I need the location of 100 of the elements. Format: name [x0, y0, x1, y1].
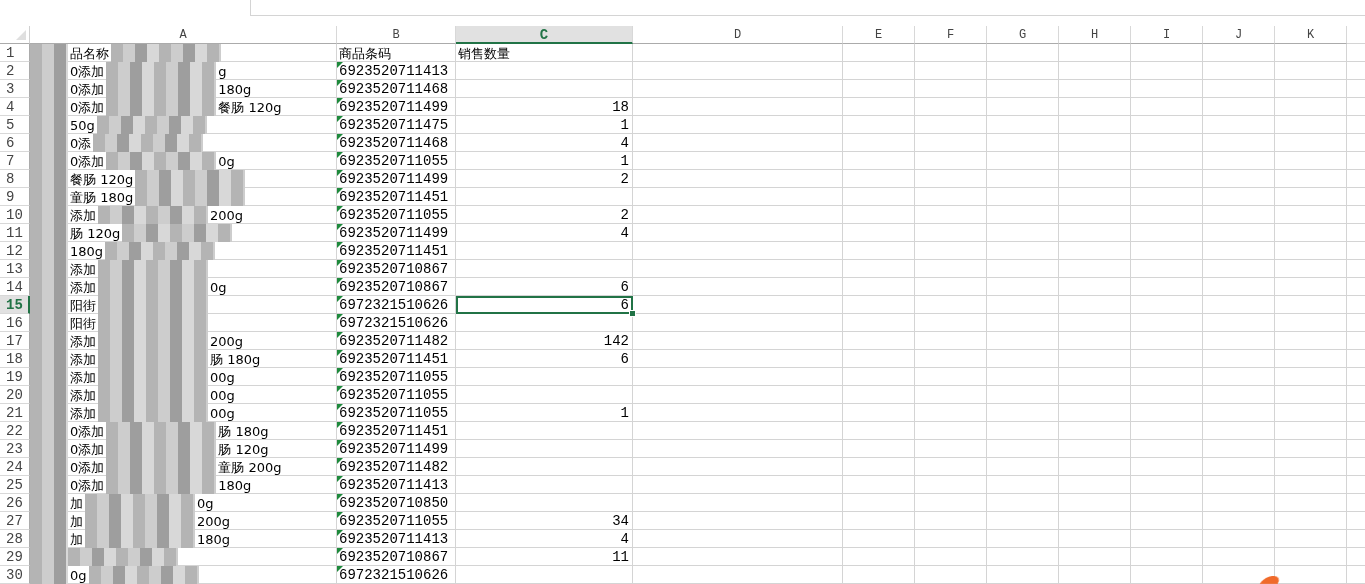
table-cell-text: 加: [69, 494, 84, 512]
table-cell-text: 6923520711499: [338, 98, 450, 116]
table-cell-text: 6923520711499: [338, 440, 450, 458]
table-cell-text: 0添加: [69, 440, 106, 458]
table-cell-text: 18: [611, 98, 630, 116]
table-cell-text: 0添加: [69, 476, 106, 494]
table-cell-text: 6923520711055: [338, 206, 450, 224]
table-cell-text: 200g: [209, 206, 245, 224]
table-cell-text: 童肠 180g: [69, 188, 135, 206]
table-cell-text: 6923520711055: [338, 386, 450, 404]
table-cell-text: 0添加: [69, 152, 106, 170]
table-cell-text: 6: [619, 350, 630, 368]
table-cell-text: 品名称: [69, 44, 110, 62]
table-cell-text: 6923520711413: [338, 62, 450, 80]
table-cell-text: 0添加: [69, 422, 106, 440]
table-cell-text: 4: [619, 134, 630, 152]
table-cell-text: 0g: [196, 494, 215, 512]
column-header[interactable]: E: [843, 26, 915, 44]
row-header[interactable]: 15: [0, 296, 30, 314]
column-header[interactable]: H: [1059, 26, 1131, 44]
table-cell-text: 肠 120g: [217, 440, 270, 458]
table-cell-text: 180g: [69, 242, 105, 260]
table-cell-text: 6: [619, 278, 630, 296]
table-cell-text: 6972321510626: [338, 314, 450, 332]
table-cell-text: 6923520711055: [338, 152, 450, 170]
table-cell-text: 6923520710867: [338, 548, 450, 566]
table-cell-text: 肠 180g: [209, 350, 262, 368]
table-cell-text: 0g: [69, 566, 88, 584]
select-all-button[interactable]: [0, 26, 30, 44]
table-cell-text: 180g: [217, 476, 253, 494]
column-header[interactable]: I: [1131, 26, 1203, 44]
table-cell-text: 1: [619, 116, 630, 134]
table-cell-text: 添加: [69, 386, 97, 404]
table-cell-text: 0添加: [69, 62, 106, 80]
table-cell-text: 6923520710867: [338, 278, 450, 296]
table-cell-text: 1: [619, 404, 630, 422]
formula-bar[interactable]: [250, 0, 1365, 16]
table-cell-text: 6923520711451: [338, 242, 450, 260]
table-cell-text: 6923520711475: [338, 116, 450, 134]
table-cell-text: 2: [619, 206, 630, 224]
table-cell-text: 6923520711499: [338, 170, 450, 188]
active-cell[interactable]: 6: [456, 296, 633, 314]
redaction-mosaic: [30, 44, 68, 62]
column-header[interactable]: C: [456, 26, 633, 44]
table-cell-text: 2: [619, 170, 630, 188]
table-cell-text: 6923520711451: [338, 188, 450, 206]
table-cell-text: 添加: [69, 350, 97, 368]
table-cell-text: 童肠 200g: [217, 458, 283, 476]
table-cell-text: 6923520710867: [338, 260, 450, 278]
column-header[interactable]: D: [633, 26, 843, 44]
table-cell-text: 6923520711451: [338, 350, 450, 368]
table-cell-text: 6923520711413: [338, 530, 450, 548]
table-cell-text: 6923520711482: [338, 458, 450, 476]
fill-handle[interactable]: [629, 310, 636, 317]
table-cell-text: 添加: [69, 368, 97, 386]
table-cell-text: 6972321510626: [338, 566, 450, 584]
table-cell-text: 餐肠 120g: [217, 98, 283, 116]
table-cell-text: 6923520711499: [338, 224, 450, 242]
table-cell-text: 阳街: [69, 296, 97, 314]
table-cell-text: 6923520711055: [338, 512, 450, 530]
table-cell-text: 142: [602, 332, 630, 350]
table-cell-text: 加: [69, 530, 84, 548]
table-cell-text: 00g: [209, 386, 236, 404]
table-cell-text: 肠 120g: [69, 224, 122, 242]
table-cell-text: 0添加: [69, 98, 106, 116]
table-cell-text: 6923520711055: [338, 404, 450, 422]
table-cell-text: 添加: [69, 332, 97, 350]
table-cell-text: 4: [619, 224, 630, 242]
table-cell-text: 添加: [69, 206, 97, 224]
table-cell-text: 0添加: [69, 80, 106, 98]
table-cell-text: 0g: [209, 278, 228, 296]
table-cell-text: 6923520711451: [338, 422, 450, 440]
table-cell-text: 阳街: [69, 314, 97, 332]
table-cell-text: 6923520710850: [338, 494, 450, 512]
table-cell-text: 11: [611, 548, 630, 566]
column-header[interactable]: F: [915, 26, 987, 44]
table-cell-text: g: [217, 62, 228, 80]
table-cell-text: 4: [619, 530, 630, 548]
table-cell-text: 添加: [69, 278, 97, 296]
table-cell-text: 6923520711468: [338, 80, 450, 98]
table-cell-text: 6923520711055: [338, 368, 450, 386]
table-cell-text: 00g: [209, 404, 236, 422]
table-cell-text: 餐肠 120g: [69, 170, 135, 188]
column-header[interactable]: J: [1203, 26, 1275, 44]
table-cell-text: 200g: [196, 512, 232, 530]
column-header[interactable]: K: [1275, 26, 1347, 44]
table-cell-text: 6923520711413: [338, 476, 450, 494]
table-cell-text: 200g: [209, 332, 245, 350]
table-cell-text: 0添: [69, 134, 93, 152]
table-cell-text: 6972321510626: [338, 296, 450, 314]
column-header[interactable]: G: [987, 26, 1059, 44]
table-cell-text: 商品条码: [338, 44, 392, 62]
table-cell-text: 0添加: [69, 458, 106, 476]
table-cell-text: 180g: [196, 530, 232, 548]
table-cell-text: 0g: [217, 152, 236, 170]
table-cell-text: 34: [611, 512, 630, 530]
table-cell-text: 6923520711482: [338, 332, 450, 350]
table-cell-text: 6: [619, 296, 630, 314]
table-cell-text: 00g: [209, 368, 236, 386]
table-cell-text: 180g: [217, 80, 253, 98]
